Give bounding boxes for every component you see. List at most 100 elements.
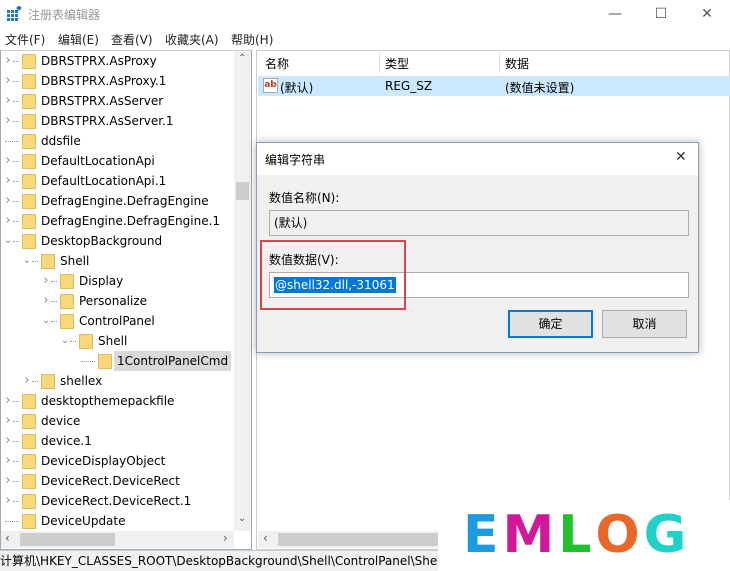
- chevron-right-icon[interactable]: ›: [3, 111, 13, 131]
- chevron-right-icon[interactable]: ›: [22, 371, 32, 391]
- logo-letter: G: [643, 505, 691, 565]
- column-header-data[interactable]: 数据: [505, 55, 529, 72]
- tree-item-label: shellex: [60, 374, 103, 388]
- tree-item-label: desktopthemepackfile: [41, 394, 175, 408]
- tree-connector: [81, 361, 95, 362]
- tree-item[interactable]: › DBRSTPRX.AsProxy: [1, 51, 235, 71]
- folder-icon: [22, 234, 36, 249]
- tree-item[interactable]: › DBRSTPRX.AsServer: [1, 91, 235, 111]
- tree-item[interactable]: › DBRSTPRX.AsProxy.1: [1, 71, 235, 91]
- chevron-right-icon[interactable]: ›: [3, 391, 13, 411]
- tree-item[interactable]: › DeviceDisplayObject: [1, 451, 235, 471]
- folder-icon: [22, 214, 36, 229]
- chevron-right-icon[interactable]: ›: [3, 411, 13, 431]
- tree-item[interactable]: › DefragEngine.DefragEngine: [1, 191, 235, 211]
- scroll-up-icon[interactable]: ⌃: [238, 53, 246, 64]
- tree-item[interactable]: › shellex: [1, 371, 235, 391]
- tree-item[interactable]: 1ControlPanelCmd: [1, 351, 235, 371]
- tree-item[interactable]: ⌄ Shell: [1, 331, 235, 351]
- scroll-left-icon[interactable]: ‹: [5, 531, 10, 545]
- column-header-name[interactable]: 名称: [265, 55, 289, 72]
- maximize-button[interactable]: ☐: [638, 0, 684, 28]
- chevron-down-icon[interactable]: ⌄: [22, 251, 32, 271]
- tree-vertical-scrollbar[interactable]: ⌃ ⌄: [234, 51, 251, 531]
- tree-connector: [13, 481, 19, 482]
- chevron-right-icon[interactable]: ›: [3, 451, 13, 471]
- tree-item[interactable]: › DBRSTPRX.AsServer.1: [1, 111, 235, 131]
- chevron-right-icon[interactable]: ›: [3, 491, 13, 511]
- menu-file[interactable]: 文件(F): [5, 31, 45, 48]
- string-value-icon: ab: [263, 78, 278, 93]
- scroll-left-icon[interactable]: ‹: [263, 531, 268, 545]
- tree-item[interactable]: DeviceUpdate: [1, 511, 235, 531]
- menu-edit[interactable]: 编辑(E): [58, 31, 99, 48]
- tree-item[interactable]: › DefragEngine.DefragEngine.1: [1, 211, 235, 231]
- tree-connector: [5, 521, 19, 522]
- chevron-right-icon[interactable]: ›: [41, 271, 51, 291]
- folder-icon: [60, 314, 74, 329]
- tree-connector: [32, 381, 38, 382]
- tree-item[interactable]: › DeviceRect.DeviceRect.1: [1, 491, 235, 511]
- chevron-right-icon[interactable]: ›: [41, 291, 51, 311]
- tree-item-label: ddsfile: [41, 134, 81, 148]
- close-button[interactable]: ✕: [684, 0, 730, 28]
- tree-item[interactable]: › Display: [1, 271, 235, 291]
- tree-item[interactable]: › DefaultLocationApi: [1, 151, 235, 171]
- minimize-button[interactable]: —: [592, 0, 638, 28]
- tree-item[interactable]: › device.1: [1, 431, 235, 451]
- folder-icon: [22, 94, 36, 109]
- chevron-right-icon[interactable]: ›: [3, 71, 13, 91]
- dialog-close-icon[interactable]: ✕: [675, 149, 687, 165]
- scroll-down-icon[interactable]: ⌄: [238, 513, 246, 524]
- chevron-right-icon[interactable]: ›: [3, 211, 13, 231]
- tree-item[interactable]: › device: [1, 411, 235, 431]
- tree-connector: [13, 121, 19, 122]
- tree-item[interactable]: ⌄ DesktopBackground: [1, 231, 235, 251]
- tree-item[interactable]: › DeviceRect.DeviceRect: [1, 471, 235, 491]
- menu-help[interactable]: 帮助(H): [231, 31, 273, 48]
- tree-horizontal-scroll-thumb[interactable]: [20, 533, 115, 546]
- ok-button[interactable]: 确定: [508, 310, 593, 338]
- values-horizontal-scroll-thumb[interactable]: [278, 533, 438, 546]
- chevron-right-icon[interactable]: ›: [3, 51, 13, 71]
- value-row[interactable]: ab (默认) REG_SZ (数值未设置): [258, 76, 730, 96]
- tree-connector: [13, 421, 19, 422]
- tree-connector: [13, 441, 19, 442]
- tree-connector: [5, 141, 19, 142]
- tree-item[interactable]: ⌄ ControlPanel: [1, 311, 235, 331]
- chevron-down-icon[interactable]: ⌄: [60, 331, 70, 351]
- chevron-right-icon[interactable]: ›: [3, 91, 13, 111]
- tree-item[interactable]: › DefaultLocationApi.1: [1, 171, 235, 191]
- column-header-type[interactable]: 类型: [385, 55, 409, 72]
- menu-favorites[interactable]: 收藏夹(A): [165, 31, 219, 48]
- chevron-right-icon[interactable]: ›: [3, 171, 13, 191]
- folder-icon: [98, 354, 112, 369]
- tree-item-label: DeviceRect.DeviceRect: [41, 474, 180, 488]
- tree-item-label: 1ControlPanelCmd: [114, 351, 232, 371]
- column-divider[interactable]: [499, 51, 500, 73]
- tree-connector: [13, 201, 19, 202]
- tree-item[interactable]: › desktopthemepackfile: [1, 391, 235, 411]
- chevron-right-icon[interactable]: ›: [3, 191, 13, 211]
- chevron-right-icon[interactable]: ›: [3, 471, 13, 491]
- cancel-button[interactable]: 取消: [602, 310, 687, 338]
- folder-icon: [41, 374, 55, 389]
- logo-letter: M: [502, 505, 559, 565]
- scroll-right-icon[interactable]: ›: [223, 531, 228, 545]
- chevron-down-icon[interactable]: ⌄: [41, 311, 51, 331]
- chevron-down-icon[interactable]: ⌄: [3, 231, 13, 251]
- logo-letter: O: [595, 505, 644, 565]
- tree-vertical-scroll-thumb[interactable]: [236, 182, 249, 200]
- tree-item-label: DeviceRect.DeviceRect.1: [41, 494, 192, 508]
- chevron-right-icon[interactable]: ›: [3, 151, 13, 171]
- chevron-right-icon[interactable]: ›: [3, 431, 13, 451]
- tree-item-label: ControlPanel: [79, 314, 155, 328]
- tree-item[interactable]: › Personalize: [1, 291, 235, 311]
- tree-item-label: DefaultLocationApi.1: [41, 174, 167, 188]
- menu-view[interactable]: 查看(V): [111, 31, 153, 48]
- tree-connector: [13, 81, 19, 82]
- tree-item[interactable]: ddsfile: [1, 131, 235, 151]
- tree-connector: [32, 261, 38, 262]
- column-divider[interactable]: [379, 51, 380, 73]
- tree-item[interactable]: ⌄ Shell: [1, 251, 235, 271]
